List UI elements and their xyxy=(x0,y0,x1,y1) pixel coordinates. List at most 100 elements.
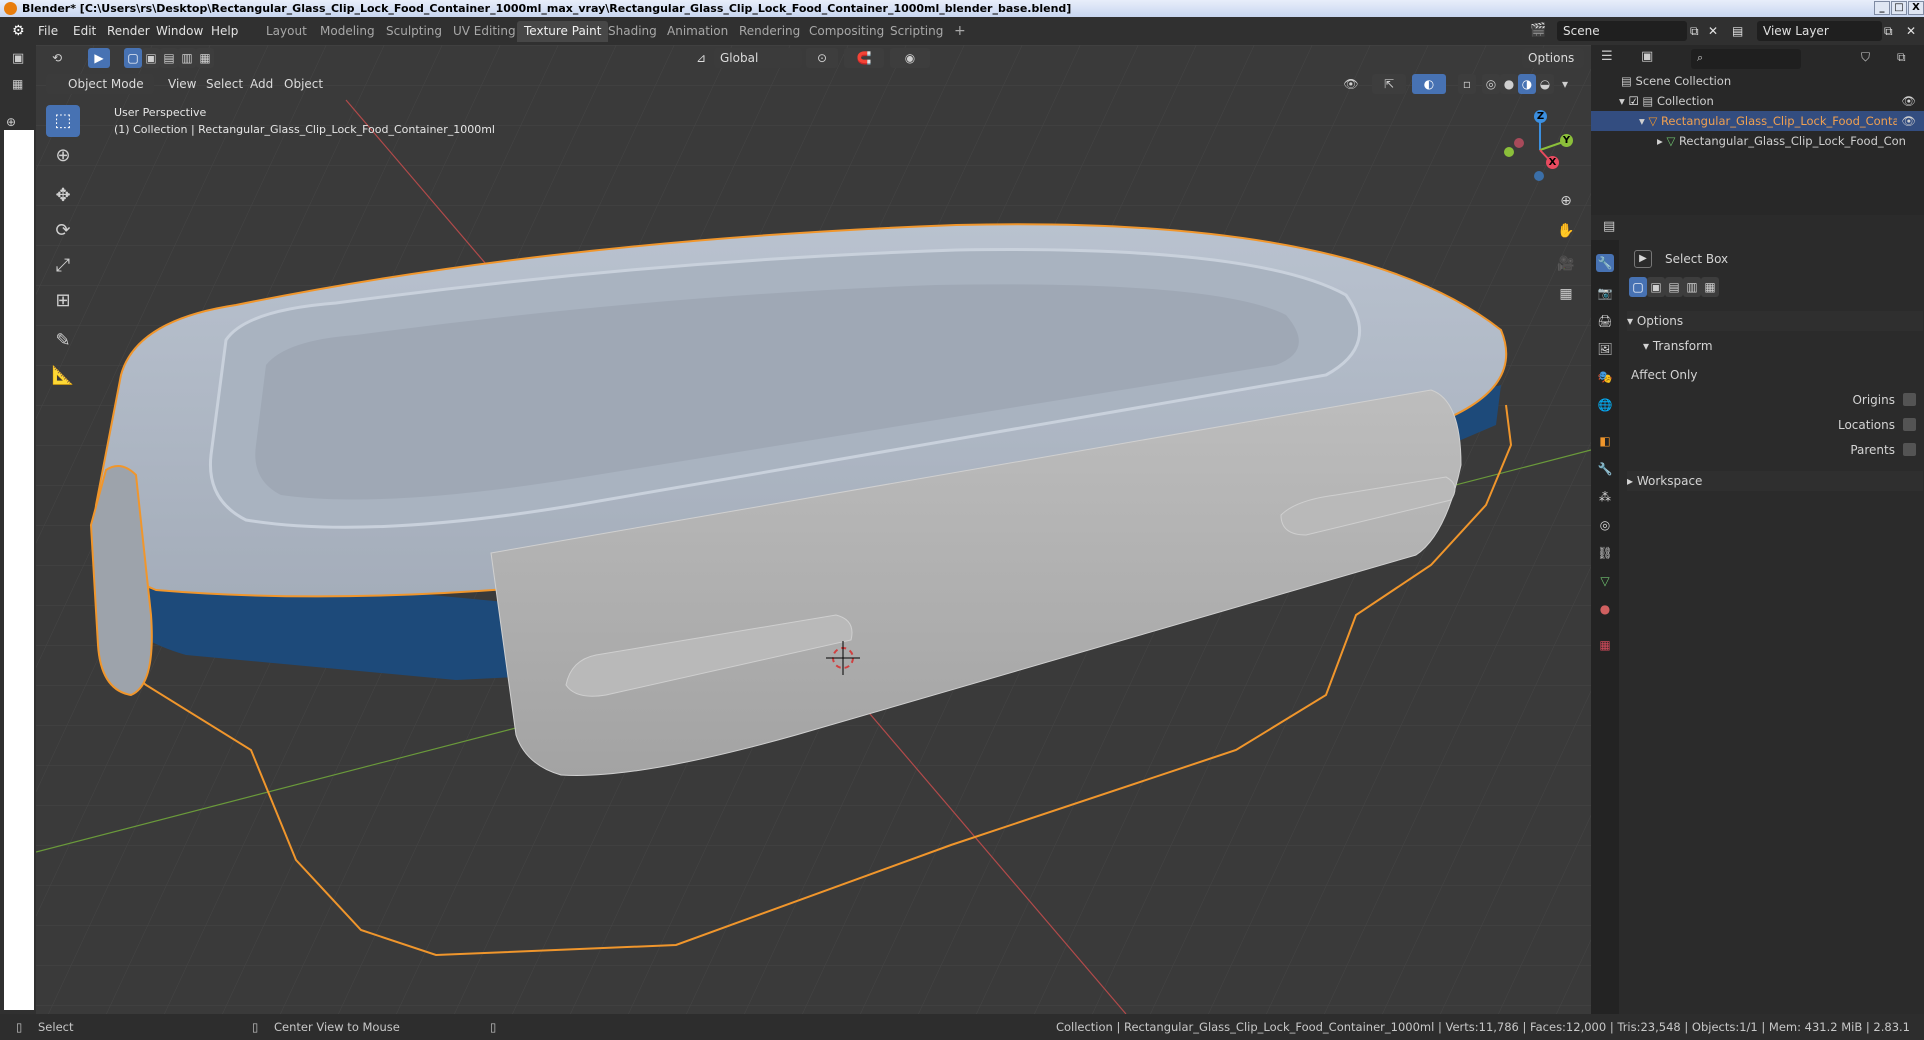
3d-viewport[interactable] xyxy=(36,45,1591,1014)
display-mode-icon[interactable]: ▣ xyxy=(1641,49,1653,64)
move-tool[interactable]: ✥ xyxy=(46,180,80,212)
menu-add[interactable]: Add xyxy=(244,74,279,94)
eye-icon[interactable]: 👁 xyxy=(1897,111,1916,131)
transform-pivot-icon[interactable]: ⟲ xyxy=(46,48,68,68)
tab-texture-paint[interactable]: Texture Paint xyxy=(517,21,609,42)
camera-view-icon[interactable]: 🎥 xyxy=(1553,251,1579,277)
tab-layout[interactable]: Layout xyxy=(259,21,314,42)
outliner-scene-collection[interactable]: ▤ Scene Collection xyxy=(1591,71,1924,91)
checkbox-icon[interactable]: ☑ xyxy=(1628,94,1642,108)
visibility-icon[interactable]: 👁 xyxy=(1336,74,1366,94)
select-mode-invert-icon[interactable]: ▥ xyxy=(178,48,196,68)
gizmo-neg-x[interactable] xyxy=(1514,138,1524,148)
select-mode-extend-icon[interactable]: ▣ xyxy=(142,48,160,68)
mode-extend-icon[interactable]: ▣ xyxy=(1647,277,1665,297)
outliner-editor-icon[interactable]: ☰ xyxy=(1601,49,1613,64)
transform-orientation-dropdown[interactable]: Global xyxy=(714,48,802,68)
snapping-icon[interactable]: 🧲 xyxy=(844,48,884,68)
tab-modeling[interactable]: Modeling xyxy=(313,21,382,42)
options-panel-header[interactable]: ▾ Options xyxy=(1627,311,1923,331)
mode-new-icon[interactable]: ▢ xyxy=(1629,277,1647,297)
gizmo-neg-z[interactable] xyxy=(1534,171,1544,181)
delete-view-layer-icon[interactable]: ✕ xyxy=(1906,17,1916,45)
tab-animation[interactable]: Animation xyxy=(660,21,735,42)
filter-icon[interactable]: ⛉ xyxy=(1861,50,1870,65)
tab-view-layer-icon[interactable]: 🖼 xyxy=(1596,340,1614,358)
tab-sculpting[interactable]: Sculpting xyxy=(379,21,449,42)
menu-file[interactable]: File xyxy=(38,17,58,45)
tab-physics-icon[interactable]: ◎ xyxy=(1596,516,1614,534)
object-mode-dropdown[interactable]: Object Mode xyxy=(46,74,154,94)
gizmo-y-axis[interactable]: Y xyxy=(1560,134,1573,147)
menu-view[interactable]: View xyxy=(162,74,202,94)
workspace-panel-header[interactable]: ▸ Workspace xyxy=(1627,471,1923,491)
tab-compositing[interactable]: Compositing xyxy=(802,21,891,42)
scene-selector[interactable]: Scene xyxy=(1557,21,1687,41)
navigation-gizmo[interactable]: Z Y X xyxy=(1500,105,1590,195)
scale-tool[interactable]: ⤢ xyxy=(46,250,80,282)
shading-rendered-icon[interactable]: ◒ xyxy=(1536,74,1554,94)
editor-type-icon[interactable]: ▣ xyxy=(12,51,24,66)
zoom-view-icon[interactable]: ⊕ xyxy=(1553,188,1579,214)
mode-intersect-icon[interactable]: ▦ xyxy=(1701,277,1719,297)
options-dropdown[interactable]: Options xyxy=(1522,48,1584,68)
tab-uv-editing[interactable]: UV Editing xyxy=(446,21,523,42)
proportional-edit-icon[interactable]: ◉ xyxy=(890,48,930,68)
maximize-button[interactable]: □ xyxy=(1891,1,1907,15)
shading-solid-icon[interactable]: ● xyxy=(1500,74,1518,94)
tab-output-icon[interactable]: 🖨 xyxy=(1596,312,1614,330)
view-layer-selector[interactable]: View Layer xyxy=(1757,21,1882,41)
tab-world-icon[interactable]: 🌐 xyxy=(1596,396,1614,414)
tab-scene-icon[interactable]: 🎭 xyxy=(1596,368,1614,386)
mode-invert-icon[interactable]: ▥ xyxy=(1683,277,1701,297)
menu-object[interactable]: Object xyxy=(278,74,329,94)
tab-texture-icon[interactable]: ▦ xyxy=(1596,636,1614,654)
new-view-layer-icon[interactable]: ⧉ xyxy=(1884,17,1893,45)
zoom-icon[interactable]: ⊕ xyxy=(6,115,16,129)
blender-menu-icon[interactable]: ⚙ xyxy=(12,17,25,45)
tab-material-icon[interactable]: ● xyxy=(1596,600,1614,618)
overlay-toggle-icon[interactable]: ◐ xyxy=(1412,74,1446,94)
gizmo-z-axis[interactable]: Z xyxy=(1534,110,1547,123)
outliner-object-row[interactable]: ▾ ▽ Rectangular_Glass_Clip_Lock_Food_Con… xyxy=(1591,111,1924,131)
shading-options-icon[interactable]: ▾ xyxy=(1556,74,1574,94)
select-mode-intersect-icon[interactable]: ▦ xyxy=(196,48,214,68)
tab-shading[interactable]: Shading xyxy=(601,21,664,42)
mode-subtract-icon[interactable]: ▤ xyxy=(1665,277,1683,297)
minimize-button[interactable]: _ xyxy=(1874,1,1890,15)
tab-tool-icon[interactable]: 🔧 xyxy=(1596,254,1614,272)
tab-particles-icon[interactable]: ⁂ xyxy=(1596,488,1614,506)
select-tool-icon[interactable]: ▶ xyxy=(88,48,110,68)
transform-tool[interactable]: ⊞ xyxy=(46,285,80,317)
new-scene-icon[interactable]: ⧉ xyxy=(1690,17,1699,45)
gizmo-neg-y[interactable] xyxy=(1504,147,1514,157)
pan-view-icon[interactable]: ✋ xyxy=(1553,218,1579,244)
tab-render-icon[interactable]: 📷 xyxy=(1596,284,1614,302)
outliner-mesh-row[interactable]: ▸ ▽ Rectangular_Glass_Clip_Lock_Food_Con xyxy=(1591,131,1924,151)
tab-scripting[interactable]: Scripting xyxy=(883,21,950,42)
shading-wireframe-icon[interactable]: ◎ xyxy=(1482,74,1500,94)
gizmo-x-axis[interactable]: X xyxy=(1546,156,1559,169)
eye-icon[interactable]: 👁 xyxy=(1901,91,1916,111)
ortho-toggle-icon[interactable]: ▦ xyxy=(1553,281,1579,307)
select-box-tool[interactable]: ⬚ xyxy=(46,105,80,137)
menu-window[interactable]: Window xyxy=(156,17,203,45)
close-button[interactable]: X xyxy=(1908,1,1924,15)
transform-subpanel-header[interactable]: ▾ Transform xyxy=(1643,336,1713,356)
select-mode-subtract-icon[interactable]: ▤ xyxy=(160,48,178,68)
locations-checkbox[interactable] xyxy=(1903,418,1916,431)
rotate-tool[interactable]: ⟳ xyxy=(46,215,80,247)
menu-edit[interactable]: Edit xyxy=(73,17,96,45)
new-collection-icon[interactable]: ⧉ xyxy=(1897,50,1906,65)
outliner-collection[interactable]: ▾ ☑ ▤ Collection 👁 xyxy=(1591,91,1924,111)
tab-modifier-icon[interactable]: 🔧 xyxy=(1596,460,1614,478)
tab-constraints-icon[interactable]: ⛓ xyxy=(1596,544,1614,562)
tab-rendering[interactable]: Rendering xyxy=(732,21,807,42)
add-workspace-button[interactable]: + xyxy=(947,21,973,42)
menu-help[interactable]: Help xyxy=(211,17,238,45)
tab-object-icon[interactable]: ◧ xyxy=(1596,432,1614,450)
checker-icon[interactable]: ▦ xyxy=(12,77,23,91)
shading-material-icon[interactable]: ◑ xyxy=(1518,74,1536,94)
measure-tool[interactable]: 📐 xyxy=(46,360,80,392)
annotate-tool[interactable]: ✎ xyxy=(46,325,80,357)
